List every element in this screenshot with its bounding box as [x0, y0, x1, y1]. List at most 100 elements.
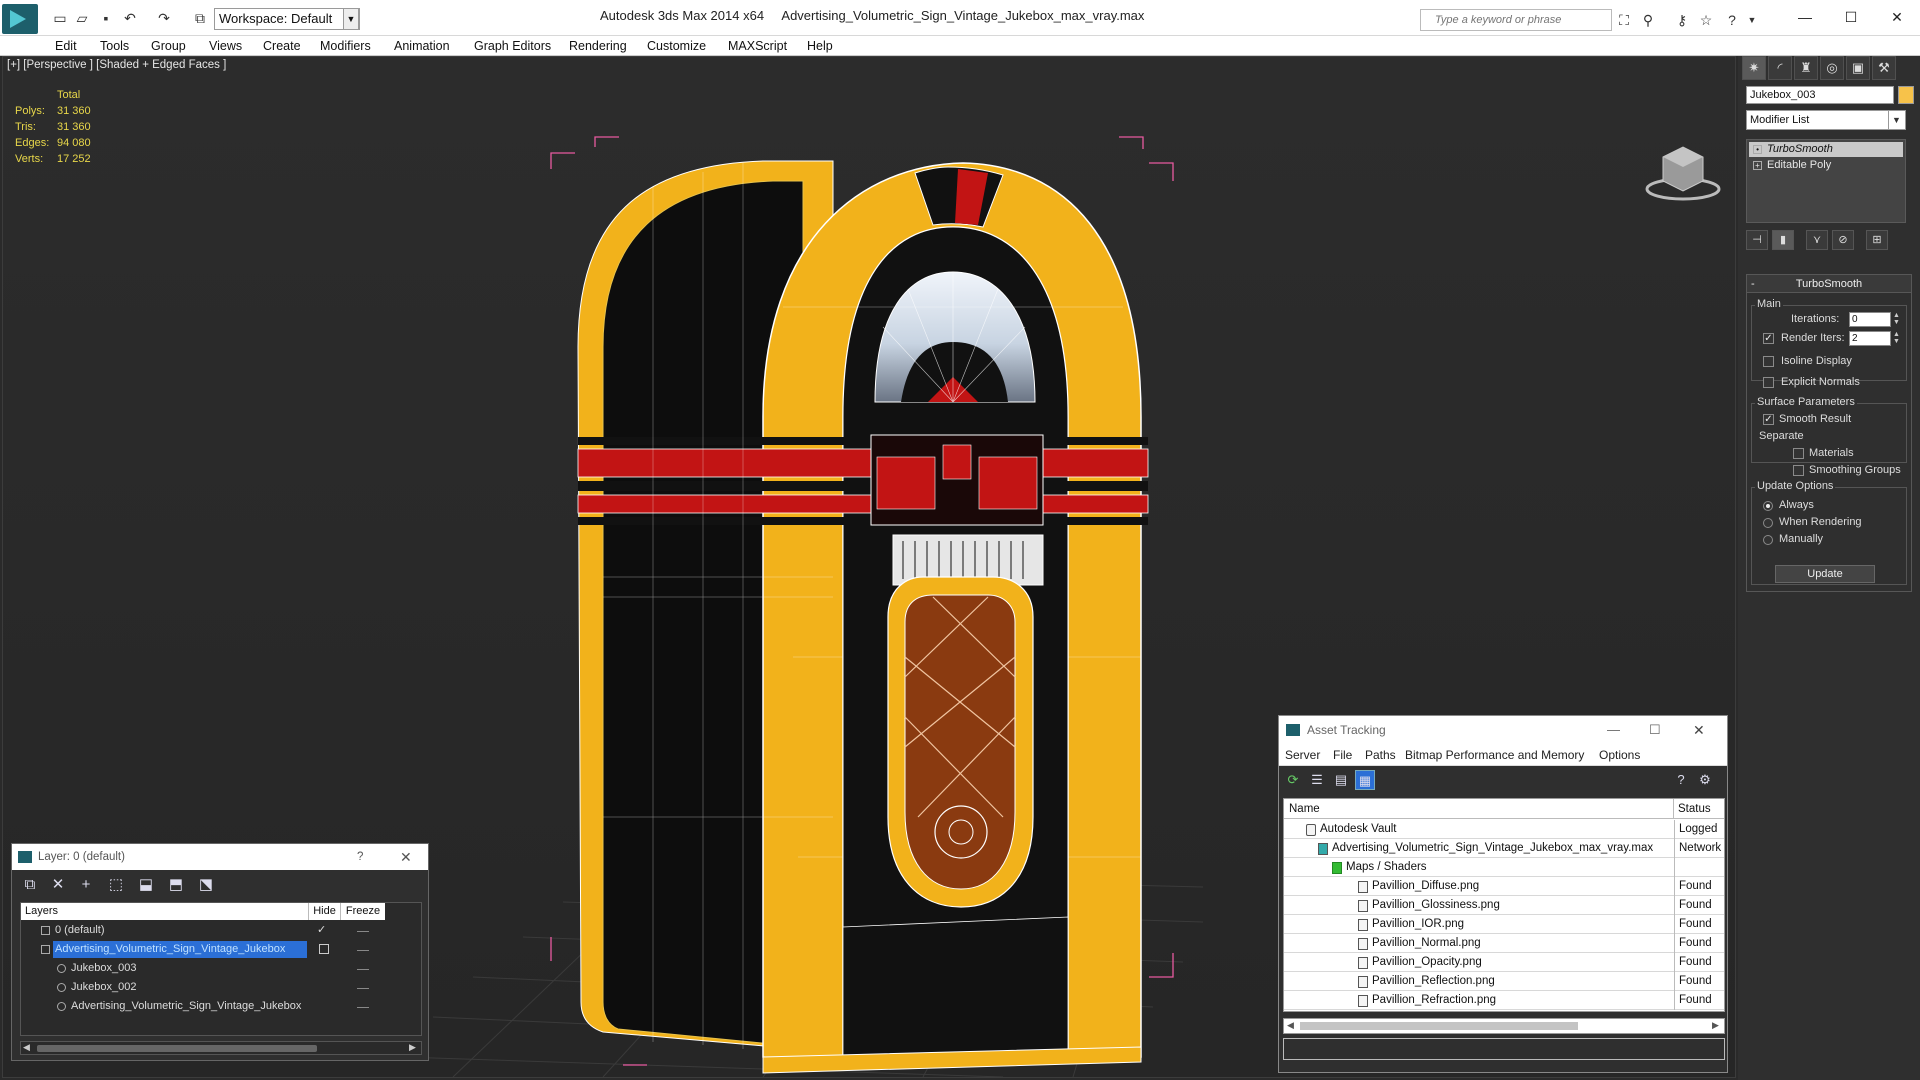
freeze-toggle[interactable] — [357, 969, 369, 970]
menu-modifiers[interactable]: Modifiers — [320, 36, 371, 56]
asset-menu-file[interactable]: File — [1333, 744, 1352, 766]
asset-menu-options[interactable]: Options — [1599, 744, 1640, 766]
freeze-column-header[interactable]: Freeze — [341, 903, 385, 920]
asset-minimize-icon[interactable]: — — [1607, 716, 1620, 744]
freeze-toggle[interactable] — [357, 1007, 369, 1008]
current-layer-check-icon[interactable]: ✓ — [317, 921, 326, 940]
scroll-thumb[interactable] — [1300, 1022, 1578, 1030]
show-end-result-icon[interactable]: ▮ — [1772, 230, 1794, 250]
configure-modifier-sets-icon[interactable]: ⊞ — [1866, 230, 1888, 250]
layer-horizontal-scrollbar[interactable]: ◀ ▶ — [20, 1041, 422, 1055]
smoothing-groups-checkbox[interactable] — [1793, 465, 1804, 476]
motion-tab-icon[interactable]: ◎ — [1820, 56, 1844, 80]
key-icon[interactable]: ⚷ — [1672, 10, 1692, 30]
layer-toggle-icon[interactable]: ⧉ — [18, 874, 42, 896]
asset-row[interactable]: Pavillion_Diffuse.png Found — [1284, 877, 1724, 896]
utilities-tab-icon[interactable]: ⚒ — [1872, 56, 1896, 80]
viewport-label[interactable]: [+] [Perspective ] [Shaded + Edged Faces… — [7, 59, 226, 71]
object-name-field[interactable]: Jukebox_003 — [1746, 86, 1894, 104]
set-current-layer-icon[interactable]: ⬒ — [164, 874, 188, 896]
asset-menu-server[interactable]: Server — [1285, 744, 1320, 766]
hide-column-header[interactable]: Hide — [309, 903, 341, 920]
freeze-toggle[interactable] — [357, 988, 369, 989]
iterations-spinner-arrows-icon[interactable]: ▲ ▼ — [1892, 312, 1901, 327]
menu-tools[interactable]: Tools — [100, 36, 129, 56]
layer-row[interactable]: 0 (default) ✓ — [21, 921, 421, 940]
modifier-list-dropdown[interactable]: Modifier List — [1746, 110, 1906, 130]
help-icon[interactable]: ? — [1722, 10, 1742, 30]
list-view-icon[interactable]: ☰ — [1307, 770, 1327, 790]
manually-radio[interactable] — [1763, 535, 1773, 545]
help-dropdown-icon[interactable]: ▼ — [1742, 10, 1762, 30]
display-tab-icon[interactable]: ▣ — [1846, 56, 1870, 80]
thumbnail-view-icon[interactable]: ▤ — [1331, 770, 1351, 790]
asset-settings-icon[interactable]: ⚙ — [1695, 770, 1715, 790]
menu-maxscript[interactable]: MAXScript — [728, 36, 787, 56]
pin-stack-icon[interactable]: ⊣ — [1746, 230, 1768, 250]
iterations-spinner[interactable]: 0 — [1849, 312, 1891, 327]
layer-row[interactable]: Jukebox_003 — [21, 959, 421, 978]
save-icon[interactable]: ▪ — [96, 8, 116, 28]
name-column-header[interactable]: Name — [1284, 799, 1674, 819]
scroll-left-icon[interactable]: ◀ — [23, 1042, 30, 1053]
layer-window-titlebar[interactable]: Layer: 0 (default) ? ✕ — [12, 844, 428, 870]
search-input[interactable] — [1421, 10, 1611, 30]
render-iters-spinner[interactable]: 2 — [1849, 331, 1891, 346]
menu-help[interactable]: Help — [807, 36, 833, 56]
when-rendering-radio[interactable] — [1763, 518, 1773, 528]
update-button[interactable]: Update — [1775, 565, 1875, 583]
menu-edit[interactable]: Edit — [55, 36, 77, 56]
asset-row[interactable]: Autodesk Vault Logged — [1284, 820, 1724, 839]
scroll-right-icon[interactable]: ▶ — [409, 1042, 416, 1053]
freeze-toggle[interactable] — [357, 950, 369, 951]
asset-maximize-icon[interactable]: ☐ — [1649, 716, 1661, 744]
asset-close-icon[interactable]: ✕ — [1693, 716, 1705, 744]
set-current-box-icon[interactable] — [319, 944, 329, 954]
menu-graph-editors[interactable]: Graph Editors — [474, 36, 551, 56]
layer-row[interactable]: Advertising_Volumetric_Sign_Vintage_Juke… — [21, 997, 421, 1016]
binoculars-icon[interactable]: ⛶ — [1614, 10, 1634, 30]
always-radio[interactable] — [1763, 501, 1773, 511]
close-icon[interactable]: ✕ — [1874, 4, 1920, 30]
freeze-toggle[interactable] — [357, 931, 369, 932]
menu-views[interactable]: Views — [209, 36, 242, 56]
asset-menu-paths[interactable]: Paths — [1365, 744, 1396, 766]
materials-checkbox[interactable] — [1793, 448, 1804, 459]
render-iters-checkbox[interactable]: ✓ — [1763, 333, 1774, 344]
open-file-icon[interactable]: ▱ — [72, 8, 92, 28]
asset-window-titlebar[interactable]: Asset Tracking — ☐ ✕ — [1279, 716, 1727, 744]
menu-animation[interactable]: Animation — [394, 36, 450, 56]
asset-row[interactable]: Maps / Shaders — [1284, 858, 1724, 877]
delete-layer-icon[interactable]: ✕ — [46, 874, 70, 896]
favorites-star-icon[interactable]: ☆ — [1696, 10, 1716, 30]
modify-tab-icon[interactable]: ◜ — [1768, 56, 1792, 80]
menu-customize[interactable]: Customize — [647, 36, 706, 56]
new-file-icon[interactable]: ▭ — [50, 8, 70, 28]
add-to-layer-icon[interactable]: ⬚ — [104, 874, 128, 896]
layer-help-button[interactable]: ? — [357, 844, 363, 870]
expand-plus-icon[interactable]: + — [1753, 161, 1762, 170]
layers-column-header[interactable]: Layers — [21, 903, 309, 920]
asset-row[interactable]: Advertising_Volumetric_Sign_Vintage_Juke… — [1284, 839, 1724, 858]
asset-horizontal-scrollbar[interactable]: ◀ ▶ — [1283, 1018, 1725, 1034]
app-logo-icon[interactable] — [2, 4, 38, 34]
stack-item-editable-poly[interactable]: + Editable Poly — [1749, 158, 1903, 173]
refresh-icon[interactable]: ⟳ — [1283, 770, 1303, 790]
layer-row[interactable]: Advertising_Volumetric_Sign_Vintage_Juke… — [21, 940, 421, 959]
asset-menu-bitmap[interactable]: Bitmap Performance and Memory — [1405, 744, 1584, 766]
project-folder-icon[interactable]: ⧉ — [190, 8, 210, 28]
remove-modifier-icon[interactable]: ⊘ — [1832, 230, 1854, 250]
isoline-display-checkbox[interactable] — [1763, 356, 1774, 367]
minimize-icon[interactable]: — — [1782, 4, 1828, 30]
menu-rendering[interactable]: Rendering — [569, 36, 627, 56]
make-unique-icon[interactable]: ⋎ — [1806, 230, 1828, 250]
lightbulb-icon[interactable]: • — [1753, 145, 1762, 154]
asset-row[interactable]: Pavillion_IOR.png Found — [1284, 915, 1724, 934]
asset-row[interactable]: Pavillion_Reflection.png Found — [1284, 972, 1724, 991]
table-view-icon[interactable]: ▦ — [1355, 770, 1375, 790]
create-layer-icon[interactable]: + — [74, 874, 98, 896]
asset-row[interactable]: Pavillion_Normal.png Found — [1284, 934, 1724, 953]
explicit-normals-checkbox[interactable] — [1763, 377, 1774, 388]
menu-create[interactable]: Create — [263, 36, 301, 56]
object-color-swatch[interactable] — [1898, 86, 1914, 104]
